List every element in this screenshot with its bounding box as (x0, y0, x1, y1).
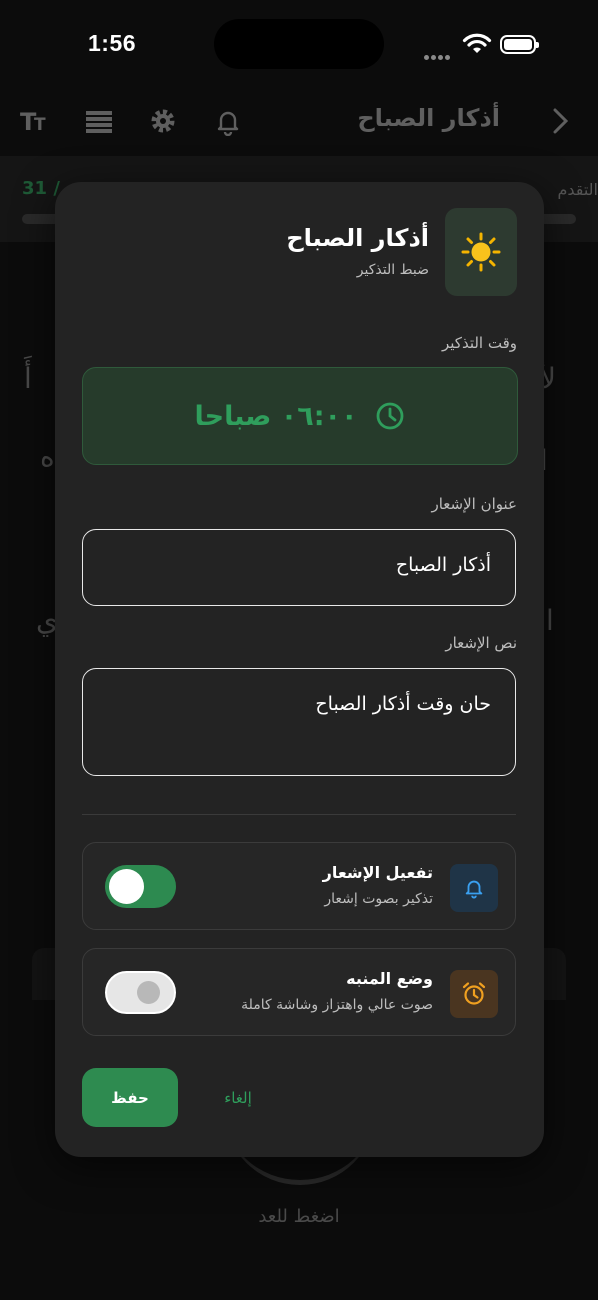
enable-notification-toggle[interactable] (105, 865, 176, 908)
sun-icon (445, 208, 517, 296)
dhikr-text-fragment: ا (546, 604, 554, 637)
dialog-subtitle: ضبط التذكير (356, 262, 429, 278)
text-size-icon[interactable]: T T (20, 106, 50, 136)
cancel-button[interactable]: إلغاء (203, 1078, 273, 1118)
notification-title-label: عنوان الإشعار (431, 495, 517, 513)
reminder-time-label: وقت التذكير (442, 334, 517, 352)
clock-icon (377, 402, 404, 430)
battery-icon (500, 35, 539, 54)
alarm-mode-subtitle: صوت عالي واهتزاز وشاشة كاملة (241, 997, 433, 1013)
cellular-signal-icon (424, 45, 452, 64)
dhikr-text-fragment: ه (40, 440, 55, 473)
progress-count: 31 / (22, 178, 60, 199)
alarm-mode-toggle[interactable] (105, 971, 176, 1014)
tap-hint: اضغط للعد (258, 1206, 340, 1227)
progress-label: التقدم (557, 180, 598, 199)
enable-notification-option: تفعيل الإشعار تذكير بصوت إشعار (82, 842, 516, 930)
divider (82, 814, 516, 815)
save-button[interactable]: حفظ (82, 1068, 178, 1127)
notification-title-value: أذكار الصباح (395, 554, 491, 576)
app-header: T T أذكار الصباح (0, 92, 598, 156)
notification-body-input[interactable]: حان وقت أذكار الصباح (82, 668, 516, 776)
chevron-right-icon[interactable] (545, 106, 575, 136)
enable-notification-title: تفعيل الإشعار (322, 863, 433, 882)
alarm-mode-title: وضع المنبه (346, 969, 433, 988)
alarm-clock-icon (450, 970, 498, 1018)
reminder-dialog: أذكار الصباح ضبط التذكير وقت التذكير ٠٦:… (55, 182, 544, 1157)
notification-body-value: حان وقت أذكار الصباح (315, 693, 491, 715)
list-icon[interactable] (84, 106, 114, 136)
wifi-icon (462, 33, 492, 53)
svg-text:T: T (34, 115, 46, 135)
bell-icon[interactable] (213, 106, 243, 136)
header-title: أذكار الصباح (357, 104, 500, 132)
status-time: 1:56 (88, 30, 137, 56)
dhikr-text-fragment: أَ (24, 362, 32, 395)
notification-body-label: نص الإشعار (445, 634, 517, 652)
notification-title-input[interactable]: أذكار الصباح (82, 529, 516, 606)
dynamic-island (214, 19, 384, 69)
gear-icon[interactable] (148, 106, 178, 136)
bell-icon (450, 864, 498, 912)
reminder-time-picker[interactable]: ٠٦:٠٠ صباحا (82, 367, 518, 465)
alarm-mode-option: وضع المنبه صوت عالي واهتزاز وشاشة كاملة (82, 948, 516, 1036)
enable-notification-subtitle: تذكير بصوت إشعار (324, 891, 433, 907)
status-bar: 1:56 (0, 0, 598, 90)
reminder-time-value: ٠٦:٠٠ صباحا (194, 400, 358, 432)
dialog-title: أذكار الصباح (286, 224, 429, 252)
